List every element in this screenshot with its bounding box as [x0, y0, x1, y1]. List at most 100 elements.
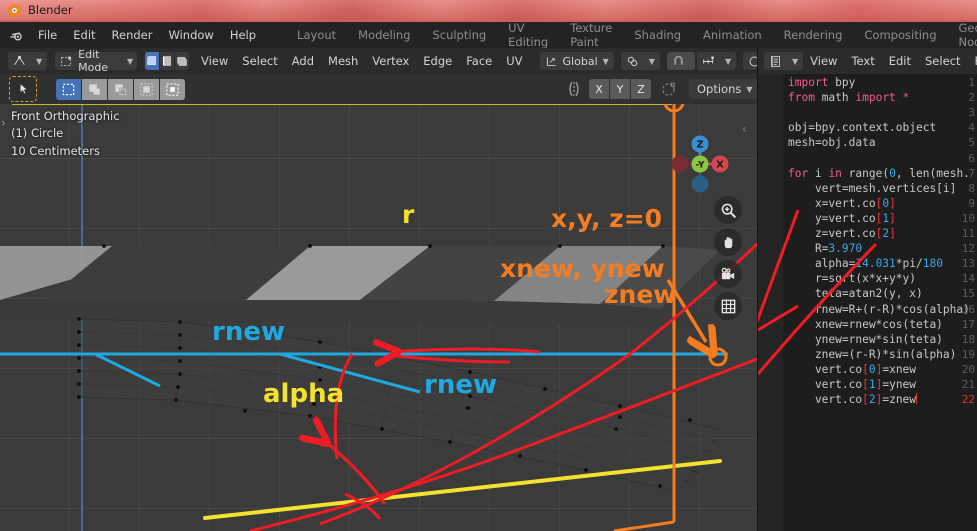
viewport-menu-mesh[interactable]: Mesh [321, 48, 365, 74]
text-editor[interactable]: import bpy from math import * obj=bpy.cont… [757, 74, 977, 531]
tab-layout[interactable]: Layout [286, 22, 347, 48]
proportional-edit-icon [749, 56, 757, 66]
tab-uv-editing[interactable]: UV Editing [497, 21, 559, 49]
editor-menu-view[interactable]: View [803, 48, 844, 74]
line-number: 9 [968, 196, 975, 210]
select-box-icon[interactable] [56, 78, 82, 100]
code-line[interactable]: vert.co[0]=xnew [788, 363, 916, 376]
code-line[interactable]: from math import * [788, 91, 909, 104]
mesh-select-mode-group [145, 52, 190, 70]
edit-mode-icon [61, 56, 72, 66]
code-line[interactable]: z=vert.co[2] [788, 227, 896, 240]
line-number: 19 [961, 347, 975, 361]
editor-menu-text[interactable]: Text [844, 48, 881, 74]
tab-sculpting[interactable]: Sculpting [421, 22, 497, 48]
viewport-menu-edge[interactable]: Edge [416, 48, 459, 74]
editor-type-selector[interactable]: ▼ [8, 52, 48, 70]
code-line[interactable]: obj=bpy.context.object [788, 121, 936, 134]
viewport-menu-view[interactable]: View [194, 48, 235, 74]
snap-increment-icon [703, 56, 714, 64]
code-line[interactable]: for i in range(0, len(mesh. [788, 167, 970, 180]
viewport-menu-uv[interactable]: UV [499, 48, 529, 74]
tab-compositing[interactable]: Compositing [853, 22, 947, 48]
code-line[interactable]: xnew=rnew*cos(teta) [788, 318, 943, 331]
menu-render[interactable]: Render [104, 22, 161, 48]
face-select-icon[interactable] [175, 52, 190, 70]
viewport-menu-add[interactable]: Add [285, 48, 321, 74]
menu-help[interactable]: Help [222, 22, 264, 48]
snap-toggle[interactable] [666, 52, 695, 70]
proportional-edit-toggle[interactable] [743, 52, 757, 70]
mirror-axis-y[interactable]: Y [610, 79, 631, 99]
tab-modeling[interactable]: Modeling [347, 22, 421, 48]
tab-rendering[interactable]: Rendering [773, 22, 854, 48]
tab-animation[interactable]: Animation [692, 22, 773, 48]
pan-hand-icon[interactable] [714, 228, 742, 256]
line-number: 18 [961, 332, 975, 346]
mirror-axis-z[interactable]: Z [631, 79, 651, 99]
transform-orientation-selector[interactable]: Global ▼ [539, 52, 614, 70]
options-label: Options [697, 82, 742, 96]
code-line[interactable]: rnew=R+(r-R)*cos(alpha) [788, 303, 970, 316]
tab-shading[interactable]: Shading [623, 22, 692, 48]
menu-window[interactable]: Window [160, 22, 221, 48]
code-line[interactable]: vert.co[1]=ynew [788, 378, 916, 391]
edge-select-icon[interactable] [160, 52, 176, 70]
3d-viewport[interactable]: r x,y, z=0 xnew, ynew znew rnew rnew alp… [0, 104, 757, 531]
code-line[interactable]: alpha=14.031*pi/180 [788, 257, 943, 270]
editor-menu-format[interactable]: Format [967, 48, 977, 74]
active-tool-button[interactable] [9, 76, 37, 102]
zoom-magnifier-icon[interactable] [714, 196, 742, 224]
options-button[interactable]: Options ▼ [689, 79, 761, 99]
viewport-sidebar-toggle-icon[interactable]: ‹ [742, 122, 747, 136]
tab-texture-paint[interactable]: Texture Paint [559, 21, 623, 49]
menu-edit[interactable]: Edit [65, 22, 103, 48]
sidebar-expand-arrow-icon[interactable]: › [1, 116, 6, 130]
code-line[interactable]: r=sqrt(x*x+y*y) [788, 272, 916, 285]
camera-view-icon[interactable] [714, 260, 742, 288]
code-line[interactable]: teta=atan2(y, x) [788, 287, 923, 300]
code-line[interactable]: ynew=rnew*sin(teta) [788, 333, 943, 346]
code-line[interactable]: import bpy [788, 76, 855, 89]
viewport-menu-select[interactable]: Select [235, 48, 284, 74]
code-line[interactable]: vert.co[2]=znew [788, 393, 918, 406]
line-number: 2 [968, 91, 975, 105]
snap-settings[interactable]: ▼ [696, 52, 737, 70]
code-line[interactable]: y=vert.co[1] [788, 212, 896, 225]
select-invert-icon[interactable] [134, 78, 160, 100]
blender-app-icon[interactable] [9, 27, 24, 43]
navigation-gizmo[interactable]: Z X -Y [668, 132, 732, 196]
chevron-down-icon: ▼ [724, 56, 732, 66]
editor-menu-edit[interactable]: Edit [882, 48, 918, 74]
pivot-point-selector[interactable]: ▼ [620, 52, 660, 70]
select-mode-group [56, 78, 185, 100]
code-line[interactable]: vert=mesh.vertices[i] [788, 182, 956, 195]
gizmo-ball-negx [671, 155, 689, 173]
window-title: Blender [28, 3, 73, 17]
vertex-select-icon[interactable] [145, 52, 161, 70]
tab-geometry-nodes[interactable]: Geometry Nodes [948, 21, 977, 49]
line-number: 21 [961, 378, 975, 391]
menu-file[interactable]: File [30, 22, 65, 48]
tool-settings-bar: X Y Z Options ▼ [0, 74, 761, 105]
viewport-view-name: Front Orthographic [11, 109, 120, 123]
editor-menu-select[interactable]: Select [918, 48, 967, 74]
chevron-down-icon: ▼ [746, 84, 753, 94]
select-extend-icon[interactable] [82, 78, 108, 100]
line-number-gutter [758, 74, 783, 531]
toggle-orthographic-grid-icon[interactable] [714, 292, 742, 320]
mirror-icon[interactable] [565, 80, 583, 98]
mode-selector[interactable]: Edit Mode ▼ [55, 48, 138, 74]
select-subtract-icon[interactable] [108, 78, 134, 100]
topology-mirror-icon[interactable] [660, 81, 677, 98]
line-number: 7 [968, 166, 975, 180]
select-intersect-icon[interactable] [160, 78, 185, 100]
editor-type-selector-text[interactable]: ▼ [764, 52, 804, 70]
viewport-menu-vertex[interactable]: Vertex [365, 48, 416, 74]
code-line[interactable]: mesh=obj.data [788, 136, 876, 149]
mirror-axis-x[interactable]: X [589, 79, 610, 99]
code-line[interactable]: R=3.970 [788, 242, 862, 255]
viewport-menu-face[interactable]: Face [459, 48, 499, 74]
code-line[interactable]: x=vert.co[0] [788, 197, 896, 210]
code-line[interactable]: znew=(r-R)*sin(alpha) [788, 348, 956, 361]
